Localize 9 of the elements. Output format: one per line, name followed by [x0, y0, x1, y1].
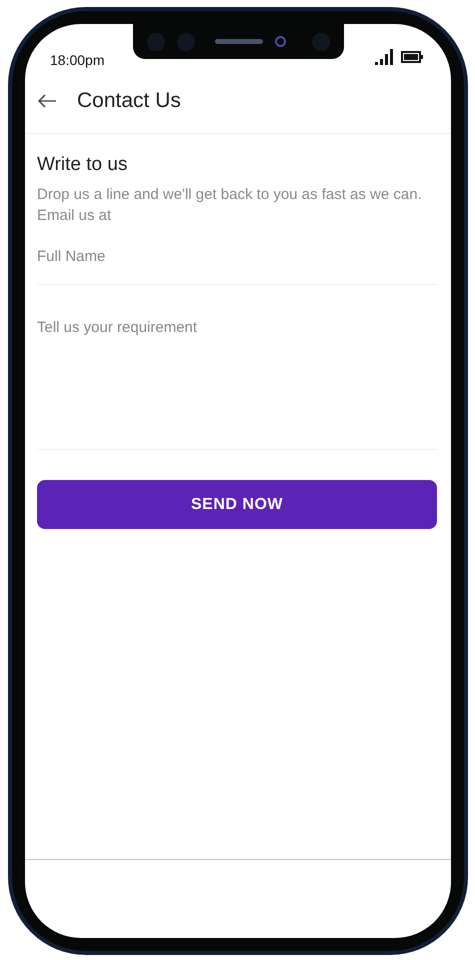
- back-arrow-icon: [37, 94, 57, 108]
- send-button[interactable]: SEND NOW: [37, 480, 437, 529]
- page-title: Contact Us: [77, 88, 181, 112]
- back-button[interactable]: [37, 94, 57, 108]
- section-description: Drop us a line and we'll get back to you as fast as we can. Email us at: [37, 185, 423, 226]
- section-title: Write to us: [37, 154, 128, 176]
- signal-icon: [375, 49, 395, 65]
- status-time: 18:00pm: [50, 52, 104, 68]
- battery-icon: [401, 51, 423, 63]
